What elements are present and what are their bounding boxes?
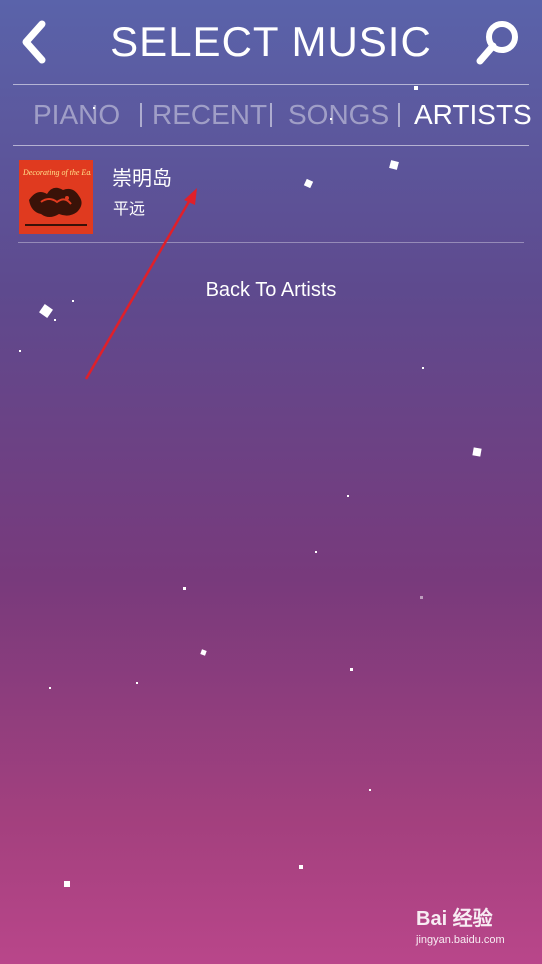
back-to-artists-link[interactable]: Back To Artists [0,277,542,303]
page-title: SELECT MUSIC [110,18,432,65]
list-divider [18,242,524,243]
particle [136,682,138,684]
tab-separator [270,103,272,127]
particle [299,865,303,869]
watermark-logo: Bai 经验 jingyan.baidu.com [416,900,532,954]
search-button[interactable] [470,18,526,68]
tab-recent[interactable]: RECENT [152,98,267,132]
particle [64,881,70,887]
album-dragon-art [25,187,87,226]
watermark-brand: Bai 经验 [416,908,493,930]
particle [422,367,424,369]
particle [54,319,56,321]
particle [350,668,353,671]
track-artist: 平远 [113,201,146,218]
tab-bar: PIANO RECENT SONGS ARTISTS [0,90,542,140]
track-title: 崇明岛 [112,168,172,190]
particle [183,587,186,590]
watermark-url: jingyan.baidu.com [416,934,505,946]
tab-separator [398,103,400,127]
particle [49,687,51,689]
tab-artists[interactable]: ARTISTS [414,98,532,132]
track-list-item[interactable]: Decorating of the East 崇明岛 平远 [14,150,528,242]
tab-separator [140,103,142,127]
tabs-divider [13,145,529,146]
tab-songs[interactable]: SONGS [288,98,389,132]
particle [39,304,53,318]
particle [420,596,423,599]
particle [472,447,482,457]
app-header: SELECT MUSIC [0,0,542,84]
search-icon [476,21,518,65]
header-divider [13,84,529,85]
particle [347,495,349,497]
particle [200,649,207,656]
particle [19,350,21,352]
particle [369,789,371,791]
tab-piano[interactable]: PIANO [33,98,120,132]
album-cover: Decorating of the East [19,160,93,234]
particle [315,551,317,553]
